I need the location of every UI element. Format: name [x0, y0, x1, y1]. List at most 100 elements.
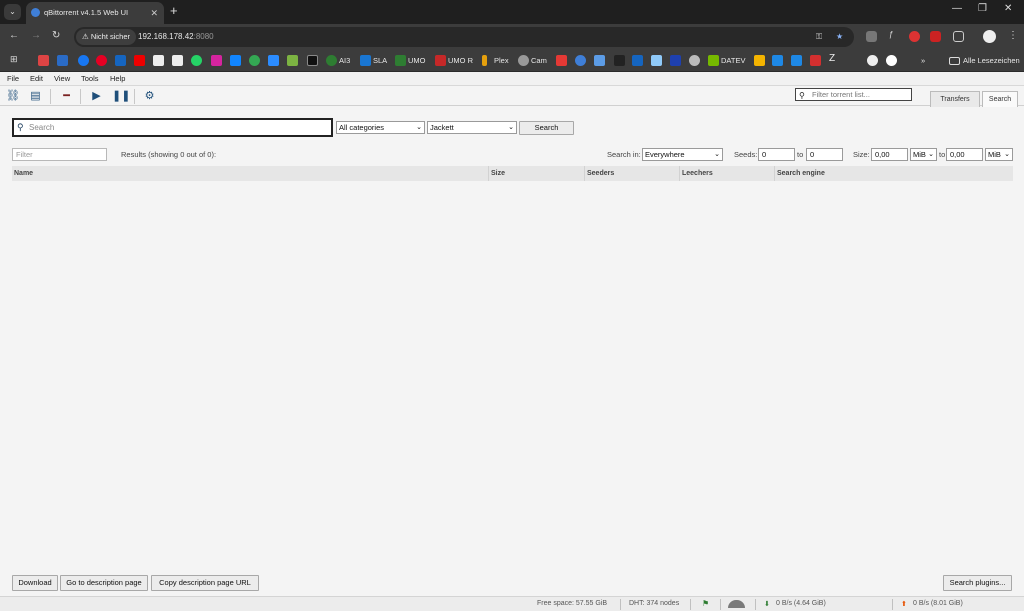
bookmark-green-icon[interactable] — [287, 55, 298, 66]
delete-icon[interactable]: ━ — [60, 90, 73, 103]
bookmark-qbit-icon[interactable] — [575, 55, 586, 66]
pause-icon[interactable]: ❚❚ — [112, 90, 130, 103]
bookmark-instagram-icon[interactable] — [211, 55, 222, 66]
menu-tools[interactable]: Tools — [81, 74, 99, 83]
bookmark-cherry-icon[interactable] — [556, 55, 567, 66]
bookmark-plex[interactable]: Plex — [494, 55, 509, 66]
bookmark-dl-icon[interactable] — [115, 55, 126, 66]
column-size[interactable]: Size — [488, 166, 584, 181]
formula-icon[interactable]: ƒ — [889, 30, 900, 41]
chrome-menu-icon[interactable]: ⋮ — [1008, 30, 1018, 41]
torrent-filter-input[interactable]: ⚲ Filter torrent list... — [795, 88, 912, 101]
search-plugins-button[interactable]: Search plugins... — [943, 575, 1012, 591]
bookmark-bluesky-icon[interactable] — [230, 55, 241, 66]
add-torrent-link-icon[interactable]: ⛓ — [6, 90, 20, 103]
menu-help[interactable]: Help — [110, 74, 125, 83]
back-icon[interactable]: ← — [9, 30, 19, 41]
bookmark-datev-icon[interactable] — [708, 55, 719, 66]
bookmark-sla[interactable]: SLA — [373, 55, 387, 66]
bookmark-globe-icon[interactable] — [689, 55, 700, 66]
download-button[interactable]: Download — [12, 575, 58, 591]
bookmark-youtube-icon[interactable] — [134, 55, 145, 66]
copy-description-url-button[interactable]: Copy description page URL — [151, 575, 259, 591]
bookmark-gmail-icon[interactable] — [38, 55, 49, 66]
extension-red-icon[interactable] — [909, 31, 920, 42]
apps-grid-icon[interactable]: ⊞ — [10, 54, 21, 65]
bookmark-arrow-icon[interactable] — [772, 55, 783, 66]
settings-gear-icon[interactable]: ⚙ — [143, 90, 156, 103]
bookmark-black-icon[interactable] — [307, 55, 318, 66]
tab-transfers[interactable]: Transfers — [930, 91, 980, 107]
tab-search-dropdown[interactable]: ⌄ — [4, 4, 21, 20]
mail-icon[interactable] — [866, 31, 877, 42]
bookmark-n-icon[interactable] — [57, 55, 68, 66]
extensions-icon[interactable] — [953, 31, 964, 42]
column-name[interactable]: Name — [12, 166, 488, 181]
bookmark-amazon-icon[interactable] — [153, 55, 164, 66]
bookmark-umo[interactable]: UMO — [408, 55, 426, 66]
results-filter-input[interactable]: Filter — [12, 148, 107, 161]
bookmark-datev[interactable]: DATEV — [721, 55, 745, 66]
goto-description-button[interactable]: Go to description page — [60, 575, 148, 591]
address-bar[interactable]: ⚠ Nicht sicher 192.168.178.42:8080 ⚿ ★ — [74, 27, 854, 47]
new-tab-button[interactable]: + — [170, 3, 178, 18]
bookmark-plex-icon[interactable] — [482, 55, 487, 66]
bookmark-cam-icon[interactable] — [518, 55, 529, 66]
bookmark-facebook-icon[interactable] — [78, 55, 89, 66]
window-close-icon[interactable]: ✕ — [1004, 3, 1012, 14]
category-select[interactable]: All categories ⌄ — [336, 121, 425, 134]
menu-edit[interactable]: Edit — [30, 74, 43, 83]
bookmark-ai3-icon[interactable] — [326, 55, 337, 66]
column-leechers[interactable]: Leechers — [679, 166, 774, 181]
connection-status-icon[interactable]: ⚑ — [702, 599, 709, 608]
tab-close-icon[interactable]: ✕ — [150, 2, 158, 24]
seeds-min-input[interactable]: 0 — [758, 148, 795, 161]
all-bookmarks[interactable]: Alle Lesezeichen — [963, 55, 1020, 66]
bookmark-ai3[interactable]: AI3 — [339, 55, 350, 66]
bookmark-home-icon[interactable] — [632, 55, 643, 66]
search-button[interactable]: Search — [519, 121, 574, 135]
bookmark-red-icon[interactable] — [810, 55, 821, 66]
minimize-icon[interactable]: — — [952, 3, 962, 14]
bookmark-umo-r-icon[interactable] — [435, 55, 446, 66]
menu-file[interactable]: File — [7, 74, 19, 83]
size-min-input[interactable]: 0,00 — [871, 148, 908, 161]
bookmark-arrow2-icon[interactable] — [791, 55, 802, 66]
bookmark-amazon2-icon[interactable] — [172, 55, 183, 66]
bookmark-blue-icon[interactable] — [594, 55, 605, 66]
add-torrent-file-icon[interactable]: ▤ — [29, 90, 42, 103]
bookmark-star-icon[interactable]: ★ — [836, 27, 843, 47]
size-min-unit-select[interactable]: MiB ⌄ — [910, 148, 937, 161]
browser-tab[interactable]: qBittorrent v4.1.5 Web UI ✕ — [26, 2, 164, 24]
column-search-engine[interactable]: Search engine — [774, 166, 1013, 181]
profile-avatar[interactable] — [983, 30, 996, 43]
adblock-icon[interactable] — [930, 31, 941, 42]
size-max-unit-select[interactable]: MiB ⌄ — [985, 148, 1013, 161]
seeds-max-input[interactable]: 0 — [806, 148, 843, 161]
bookmark-ghost-icon[interactable] — [614, 55, 625, 66]
bookmark-pinterest-icon[interactable] — [96, 55, 107, 66]
column-seeders[interactable]: Seeders — [584, 166, 679, 181]
menu-view[interactable]: View — [54, 74, 70, 83]
reload-icon[interactable]: ↻ — [52, 30, 60, 41]
resume-icon[interactable]: ▶ — [90, 90, 103, 103]
bookmark-sla-icon[interactable] — [360, 55, 371, 66]
search-in-select[interactable]: Everywhere ⌄ — [642, 148, 723, 161]
tab-search[interactable]: Search — [982, 91, 1018, 107]
bookmarks-overflow-icon[interactable]: » — [921, 55, 925, 66]
forward-icon[interactable]: → — [31, 30, 41, 41]
password-key-icon[interactable]: ⚿ — [816, 27, 822, 47]
bookmark-eye-icon[interactable] — [867, 55, 878, 66]
bookmark-photo-icon[interactable] — [651, 55, 662, 66]
bookmark-umo-r[interactable]: UMO R — [448, 55, 473, 66]
bookmark-dark-blue-icon[interactable] — [670, 55, 681, 66]
bookmark-maps-icon[interactable] — [249, 55, 260, 66]
bookmark-cam[interactable]: Cam — [531, 55, 547, 66]
bookmark-app-icon[interactable] — [268, 55, 279, 66]
plugin-select[interactable]: Jackett ⌄ — [427, 121, 517, 134]
search-input[interactable]: ⚲ Search — [12, 118, 333, 137]
bookmark-umo-icon[interactable] — [395, 55, 406, 66]
restore-icon[interactable]: ❐ — [978, 3, 987, 14]
speed-limit-icon[interactable] — [728, 600, 745, 608]
bookmark-yellow-icon[interactable] — [754, 55, 765, 66]
